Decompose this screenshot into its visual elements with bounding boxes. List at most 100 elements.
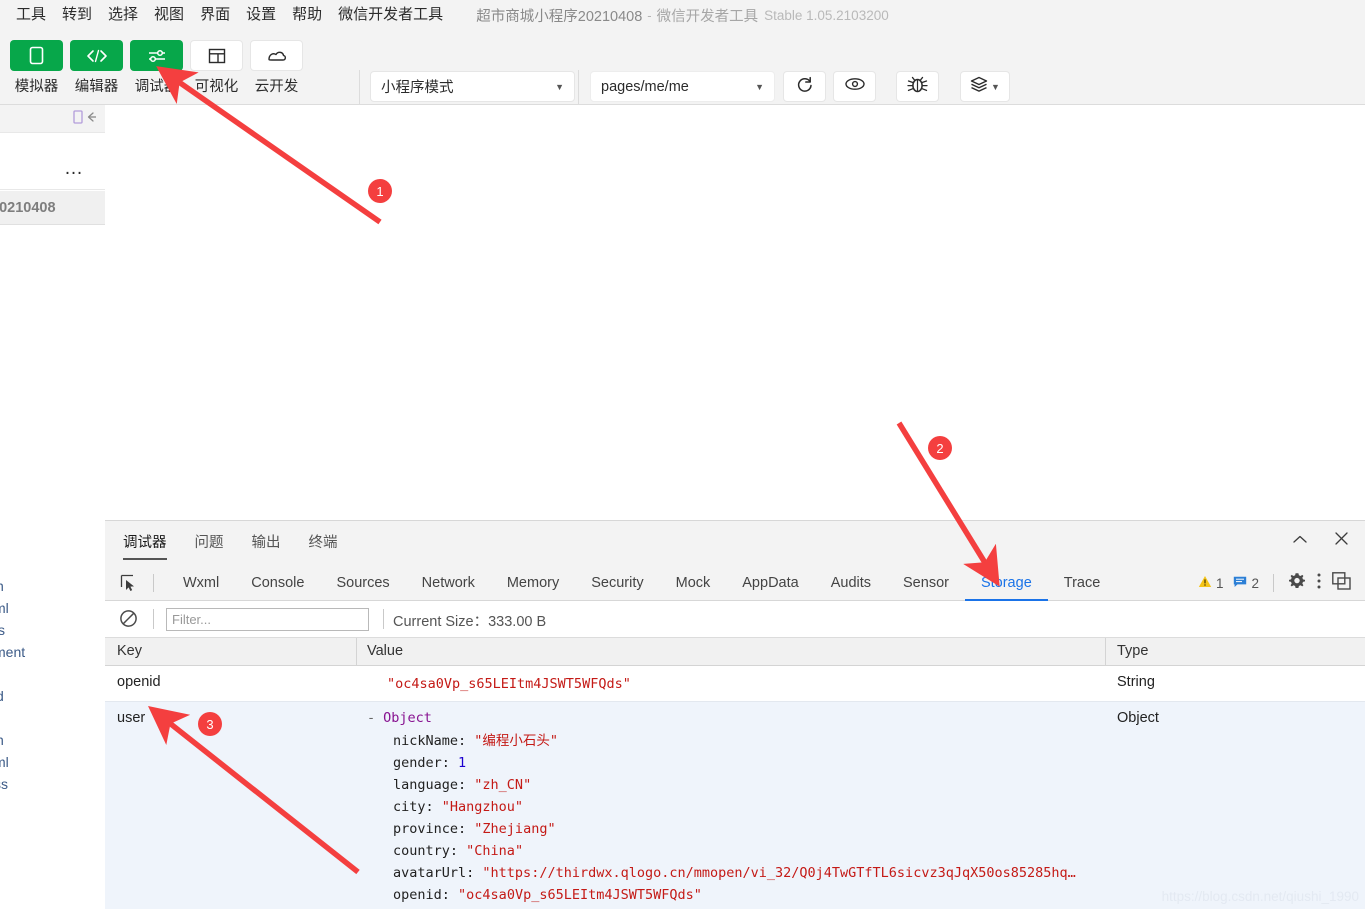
devtools-tab-console[interactable]: Console: [235, 565, 320, 601]
page-select[interactable]: pages/me/me ▼: [590, 71, 775, 102]
object-property-country: country: "China": [393, 843, 524, 859]
devtools-panel: 调试器 问题 输出 终端 Wxml Console Sources Networ…: [105, 520, 1365, 909]
gear-icon[interactable]: [1288, 572, 1306, 595]
sidebar-project-tab[interactable]: 20210408: [0, 191, 105, 225]
table-row[interactable]: user Object - Object nickName: "编程小石头" g…: [105, 702, 1365, 909]
menu-item-goto[interactable]: 转到: [54, 0, 100, 30]
sidebar-file-fragment-2[interactable]: ml: [0, 600, 9, 616]
simulator-stage: [105, 105, 1365, 520]
watermark: https://blog.csdn.net/qiushi_1990: [1161, 889, 1359, 904]
chevron-up-icon[interactable]: [1292, 532, 1308, 550]
sidebar-file-fragment-4[interactable]: ment: [0, 644, 25, 660]
menu-items: 工具 转到 选择 视图 界面 设置 帮助 微信开发者工具: [0, 0, 451, 30]
cloud-icon: [250, 40, 303, 71]
clear-cache-button[interactable]: ▼: [960, 71, 1010, 102]
column-header-value: Value: [367, 643, 404, 659]
prop-value-avatarurl: "https://thirdwx.qlogo.cn/mmopen/vi_32/Q…: [482, 865, 1076, 881]
filter-input[interactable]: [166, 608, 369, 631]
menu-item-interface[interactable]: 界面: [192, 0, 238, 30]
prop-name-openid: openid: [393, 887, 442, 903]
annotation-badge-3: 3: [198, 712, 222, 736]
row-key-openid: openid: [117, 674, 161, 690]
annotation-badge-1: 1: [368, 179, 392, 203]
devtools-main-tab-terminal[interactable]: 终端: [309, 531, 338, 560]
toolbar-button-editor[interactable]: 编辑器: [70, 40, 123, 96]
main-toolbar: 模拟器 编辑器 调试器 可视化 云开发 小程序模式 ▼ pages/me/me …: [0, 30, 1365, 129]
message-icon: [1233, 576, 1247, 591]
message-count-badge[interactable]: 2: [1233, 576, 1259, 591]
table-row[interactable]: openid "oc4sa0Vp_s65LEItm4JSWT5WFQds" St…: [105, 666, 1365, 702]
page-select-value: pages/me/me: [601, 78, 689, 95]
collapse-toggle-icon[interactable]: -: [367, 710, 375, 726]
project-sidebar-clipped: … 20210408 n ml s ment . d n ml ss: [0, 105, 105, 909]
menu-item-help[interactable]: 帮助: [284, 0, 330, 30]
devtools-tab-trace[interactable]: Trace: [1048, 565, 1117, 601]
menu-item-view[interactable]: 视图: [146, 0, 192, 30]
devtools-tab-memory[interactable]: Memory: [491, 565, 575, 601]
window-title-project: 超市商城小程序20210408: [476, 8, 643, 25]
sidebar-header: [0, 105, 105, 133]
menu-item-devtools[interactable]: 微信开发者工具: [330, 0, 451, 30]
current-size-value: 333.00 B: [488, 614, 547, 630]
sidebar-file-fragment-8[interactable]: ml: [0, 754, 9, 770]
devtools-tab-appdata[interactable]: AppData: [726, 565, 814, 601]
clear-icon[interactable]: [119, 609, 139, 629]
devtools-tab-security[interactable]: Security: [575, 565, 659, 601]
devtools-tab-wxml[interactable]: Wxml: [167, 565, 235, 601]
object-root[interactable]: - Object: [367, 710, 1076, 726]
dock-panel-icon[interactable]: [1332, 571, 1351, 595]
message-count: 2: [1251, 575, 1259, 591]
toolbar-button-simulator[interactable]: 模拟器: [10, 40, 63, 96]
prop-name-city: city: [393, 799, 426, 815]
object-property-province: province: "Zhejiang": [393, 821, 556, 837]
current-size-info: Current Size：333.00 B: [393, 610, 546, 631]
devtools-top-row: 调试器 问题 输出 终端: [105, 521, 1365, 565]
sidebar-file-fragment-9[interactable]: ss: [0, 776, 8, 792]
menu-bar: 工具 转到 选择 视图 界面 设置 帮助 微信开发者工具 超市商城小程序2021…: [0, 0, 1365, 30]
sidebar-file-fragment-3[interactable]: s: [0, 622, 5, 638]
sidebar-more-icon[interactable]: …: [64, 158, 85, 180]
toolbar-button-cloud[interactable]: 云开发: [250, 40, 303, 96]
inspect-element-icon[interactable]: [119, 573, 139, 593]
preview-button[interactable]: [833, 71, 876, 102]
bug-icon: [907, 75, 928, 99]
devtools-status-area: 1 2: [1198, 565, 1351, 601]
mode-select[interactable]: 小程序模式 ▼: [370, 71, 575, 102]
object-property-language: language: "zh_CN": [393, 777, 532, 793]
devtools-main-tab-output[interactable]: 输出: [252, 531, 281, 560]
prop-value-country: "China": [466, 843, 524, 859]
prop-value-gender: 1: [458, 755, 467, 771]
close-icon[interactable]: [1334, 531, 1349, 551]
devtools-tab-mock[interactable]: Mock: [660, 565, 727, 601]
more-vertical-icon[interactable]: [1316, 572, 1322, 595]
menu-item-settings[interactable]: 设置: [238, 0, 284, 30]
refresh-icon: [795, 75, 814, 99]
device-debug-button[interactable]: [896, 71, 939, 102]
devtools-tab-audits[interactable]: Audits: [815, 565, 887, 601]
object-property-nickname: nickName: "编程小石头": [393, 733, 559, 749]
toolbar-button-visualization[interactable]: 可视化: [190, 40, 243, 96]
prop-name-gender: gender: [393, 755, 442, 771]
menu-item-tools[interactable]: 工具: [8, 0, 54, 30]
row-key-user: user: [117, 710, 146, 726]
sidebar-file-fragment-6[interactable]: d: [0, 688, 4, 704]
collapse-panel-icon[interactable]: [73, 110, 97, 124]
devtools-tab-sensor[interactable]: Sensor: [887, 565, 965, 601]
devtools-tab-storage[interactable]: Storage: [965, 565, 1048, 601]
devtools-main-tab-debugger[interactable]: 调试器: [123, 531, 167, 560]
menu-item-select[interactable]: 选择: [100, 0, 146, 30]
row-value-openid: "oc4sa0Vp_s65LEItm4JSWT5WFQds": [387, 676, 631, 692]
sidebar-file-fragment-7[interactable]: n: [0, 732, 4, 748]
warning-count-badge[interactable]: 1: [1198, 575, 1223, 591]
devtools-tab-sources[interactable]: Sources: [320, 565, 405, 601]
devtools-tab-network[interactable]: Network: [406, 565, 491, 601]
toolbar-button-debugger[interactable]: 调试器: [130, 40, 183, 96]
row-type-openid: String: [1117, 674, 1155, 690]
sidebar-file-fragment-5[interactable]: .: [0, 666, 1, 682]
sidebar-project-tab-label: 20210408: [0, 199, 56, 216]
sidebar-file-fragment-1[interactable]: n: [0, 578, 4, 594]
devtools-main-tab-problems[interactable]: 问题: [195, 531, 224, 560]
filter-divider-1: [153, 609, 154, 629]
compile-button[interactable]: [783, 71, 826, 102]
sidebar-nav: …: [0, 133, 105, 190]
